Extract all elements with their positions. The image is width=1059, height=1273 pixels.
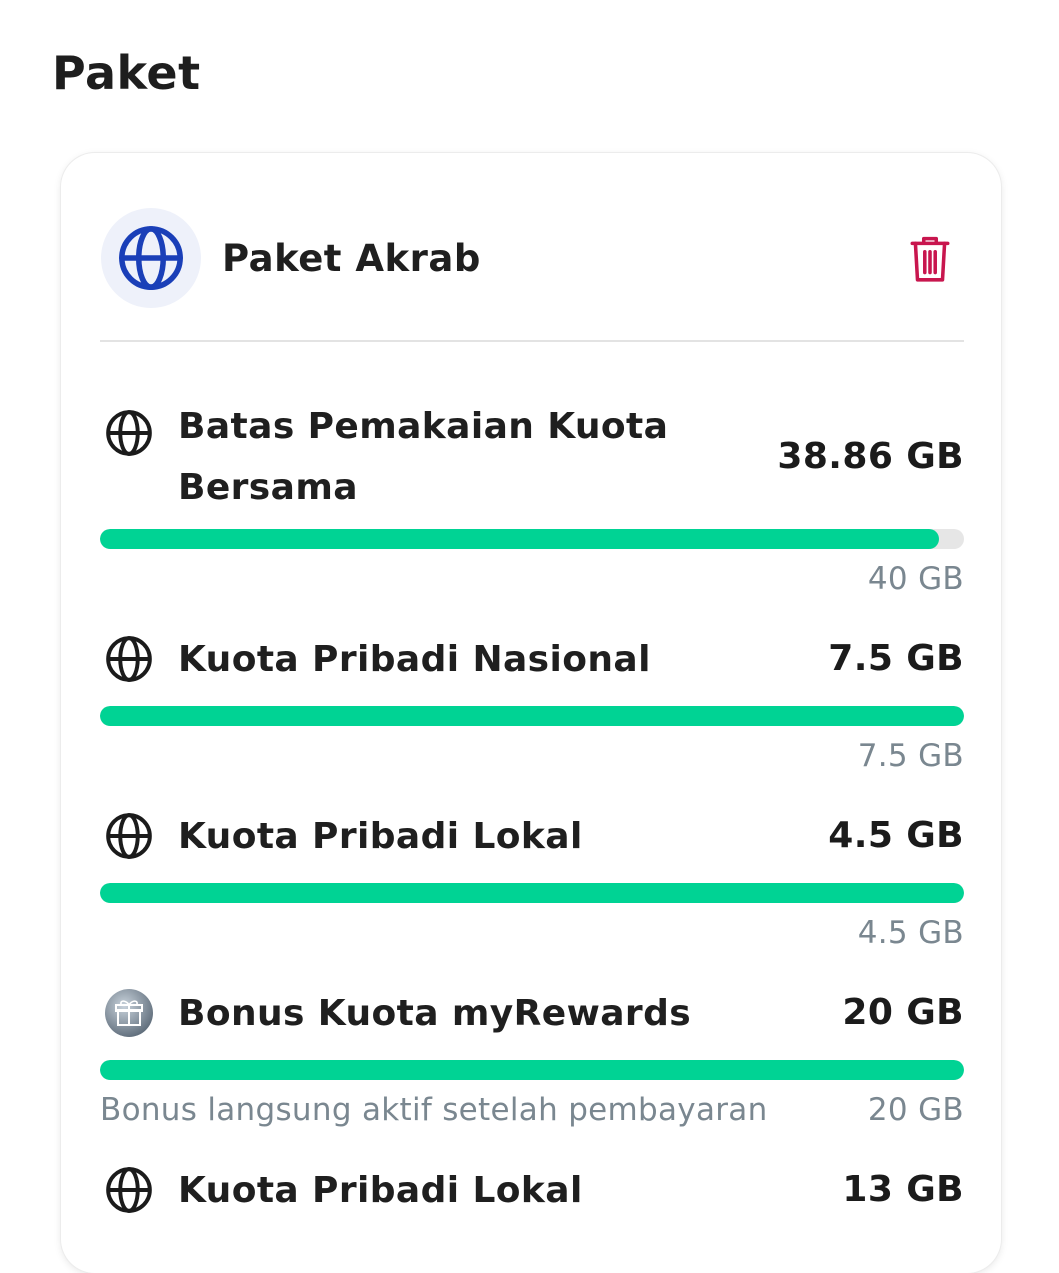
quota-total: 7.5 GB xyxy=(857,738,964,774)
delete-package-button[interactable] xyxy=(905,232,955,286)
quota-value: 7.5 GB xyxy=(828,638,964,679)
page-title: Paket xyxy=(52,46,201,100)
quota-title: Kuota Pribadi Nasional xyxy=(178,639,651,680)
quota-progress-fill xyxy=(100,706,964,726)
quota-progress-bar xyxy=(100,706,964,726)
quota-value: 13 GB xyxy=(842,1169,964,1210)
package-header: Paket Akrab xyxy=(101,208,961,308)
package-card: Paket Akrab Batas Pemakaian Kuota Bersam… xyxy=(61,153,1001,1273)
quota-note: Bonus langsung aktif setelah pembayaran xyxy=(100,1092,768,1128)
quota-progress-fill xyxy=(100,1060,964,1080)
quota-value: 4.5 GB xyxy=(828,815,964,856)
quota-total: 4.5 GB xyxy=(857,915,964,951)
header-divider xyxy=(100,340,964,342)
package-name: Paket Akrab xyxy=(222,237,481,280)
quota-total: 40 GB xyxy=(867,561,964,597)
quota-progress-bar xyxy=(100,883,964,903)
quota-value: 38.86 GB xyxy=(777,436,964,477)
globe-icon xyxy=(104,811,154,861)
globe-icon xyxy=(104,1165,154,1215)
package-avatar xyxy=(101,208,201,308)
quota-title: Bonus Kuota myRewards xyxy=(178,993,692,1034)
quota-progress-fill xyxy=(100,883,964,903)
gift-icon xyxy=(104,988,154,1038)
quota-title: Batas Pemakaian Kuota Bersama xyxy=(178,406,669,508)
quota-title: Kuota Pribadi Lokal xyxy=(178,1170,583,1211)
quota-progress-bar xyxy=(100,529,964,549)
quota-progress-fill xyxy=(100,529,940,549)
quota-progress-bar xyxy=(100,1060,964,1080)
globe-icon xyxy=(119,226,183,290)
quota-value: 20 GB xyxy=(842,992,964,1033)
quota-total: 20 GB xyxy=(867,1092,964,1128)
globe-icon xyxy=(104,408,154,458)
globe-icon xyxy=(104,634,154,684)
quota-title: Kuota Pribadi Lokal xyxy=(178,816,583,857)
trash-icon xyxy=(910,236,950,282)
